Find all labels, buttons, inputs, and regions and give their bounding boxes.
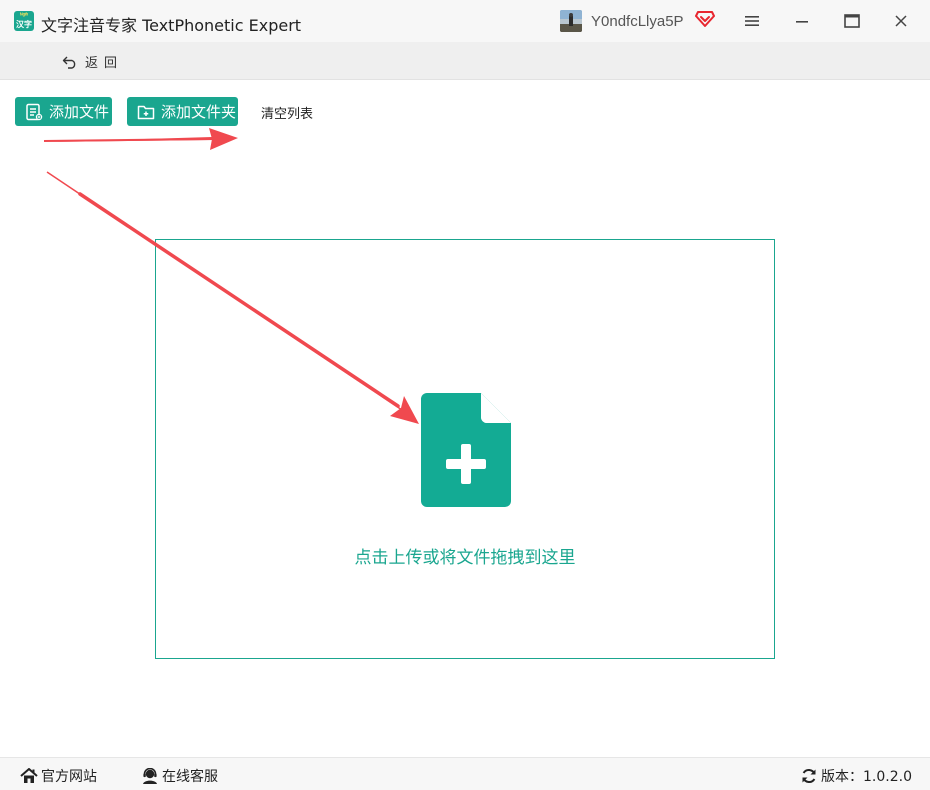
logo-top-text: ᴺᵍᶦʰ xyxy=(20,13,28,19)
status-bar: 官方网站 在线客服 版本：1.0.2.0 xyxy=(0,757,930,790)
back-button[interactable]: 返回 xyxy=(62,52,123,71)
dropzone-hint: 点击上传或将文件拖拽到这里 xyxy=(354,548,576,568)
version-label: 版本：1.0.2.0 xyxy=(821,769,912,785)
logo-bottom-text: 汉字 xyxy=(16,20,32,29)
username[interactable]: Y0ndfcLlya5P xyxy=(591,13,684,30)
avatar[interactable] xyxy=(560,10,582,32)
close-button[interactable] xyxy=(887,8,915,34)
add-folder-button[interactable]: 添加文件夹 xyxy=(127,97,238,126)
window-title: 文字注音专家 TextPhonetic Expert xyxy=(41,16,302,35)
annotation-arrow-top xyxy=(43,128,238,150)
app-window: ᴺᵍᶦʰ 汉字 文字注音专家 TextPhonetic Expert Y0ndf… xyxy=(0,0,930,790)
upload-dropzone[interactable]: 点击上传或将文件拖拽到这里 xyxy=(155,239,775,659)
online-service-link[interactable]: 在线客服 xyxy=(141,766,218,786)
minimize-button[interactable] xyxy=(788,8,816,34)
version-info: 版本：1.0.2.0 xyxy=(801,766,912,786)
hamburger-menu-icon xyxy=(745,16,759,26)
app-logo-icon: ᴺᵍᶦʰ 汉字 xyxy=(14,11,34,31)
official-site-link[interactable]: 官方网站 xyxy=(20,766,97,786)
menu-button[interactable] xyxy=(738,8,766,34)
file-list-icon xyxy=(26,103,43,120)
folder-plus-icon xyxy=(137,105,155,119)
minimize-icon xyxy=(796,21,808,23)
close-icon xyxy=(895,15,907,27)
back-label: 返回 xyxy=(85,56,124,71)
nav-bar: 返回 xyxy=(0,42,930,80)
maximize-button[interactable] xyxy=(838,8,866,34)
online-service-label: 在线客服 xyxy=(162,769,218,785)
official-site-label: 官方网站 xyxy=(41,769,97,785)
add-folder-label: 添加文件夹 xyxy=(161,103,237,121)
customer-service-icon xyxy=(143,768,157,784)
file-plus-icon xyxy=(421,393,511,507)
add-file-button[interactable]: 添加文件 xyxy=(15,97,112,126)
vip-diamond-icon[interactable] xyxy=(695,10,715,28)
clear-list-button[interactable]: 清空列表 xyxy=(261,103,313,122)
title-bar: ᴺᵍᶦʰ 汉字 文字注音专家 TextPhonetic Expert Y0ndf… xyxy=(0,0,930,42)
home-icon xyxy=(20,768,38,783)
back-arrow-icon xyxy=(62,56,76,69)
refresh-icon xyxy=(802,768,816,784)
add-file-label: 添加文件 xyxy=(49,103,110,121)
maximize-icon xyxy=(844,14,860,28)
